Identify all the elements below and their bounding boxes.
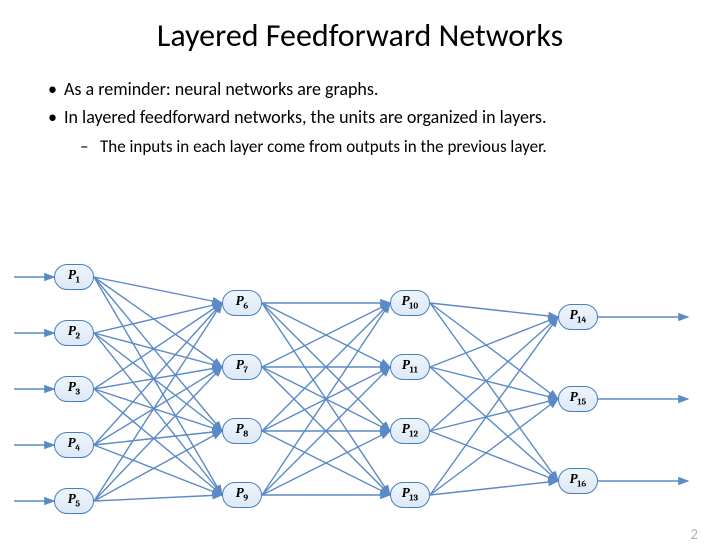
node-label: P15 <box>570 390 586 408</box>
page-title: Layered Feedforward Networks <box>0 16 720 55</box>
node-p3: P3 <box>54 376 94 402</box>
node-p14: P14 <box>558 304 598 330</box>
node-label: P14 <box>570 308 587 326</box>
node-p4: P4 <box>54 432 94 458</box>
node-label: P16 <box>570 472 586 490</box>
node-label: P5 <box>68 492 80 510</box>
node-p6: P6 <box>222 290 262 316</box>
node-label: P12 <box>402 422 418 440</box>
node-p13: P13 <box>390 482 430 508</box>
node-p5: P5 <box>54 488 94 514</box>
node-label: P8 <box>236 422 249 440</box>
node-p7: P7 <box>222 354 262 380</box>
node-label: P2 <box>68 324 80 342</box>
node-label: P6 <box>236 294 248 312</box>
node-label: P9 <box>236 486 248 504</box>
node-label: P3 <box>68 380 80 398</box>
bullet-item: In layered feedforward networks, the uni… <box>48 105 720 129</box>
node-p1: P1 <box>54 264 94 290</box>
bullet-list: As a reminder: neural networks are graph… <box>48 77 720 159</box>
node-label: P1 <box>68 268 80 286</box>
node-p9: P9 <box>222 482 262 508</box>
node-p11: P11 <box>390 354 430 380</box>
node-label: P11 <box>402 358 418 376</box>
node-p2: P2 <box>54 320 94 346</box>
node-p8: P8 <box>222 418 262 444</box>
bullet-item: As a reminder: neural networks are graph… <box>48 77 720 101</box>
bullet-sub-item: The inputs in each layer come from outpu… <box>64 136 720 159</box>
node-label: P4 <box>68 436 81 454</box>
node-p15: P15 <box>558 386 598 412</box>
connections <box>0 254 720 544</box>
network-diagram: P1 P2 P3 P4 P5 P6 P7 P8 P9 P10 P11 P12 P… <box>0 254 720 544</box>
node-label: P10 <box>402 294 418 312</box>
node-label: P13 <box>402 486 418 504</box>
node-p12: P12 <box>390 418 430 444</box>
node-p10: P10 <box>390 290 430 316</box>
node-p16: P16 <box>558 468 598 494</box>
node-label: P7 <box>236 358 248 376</box>
